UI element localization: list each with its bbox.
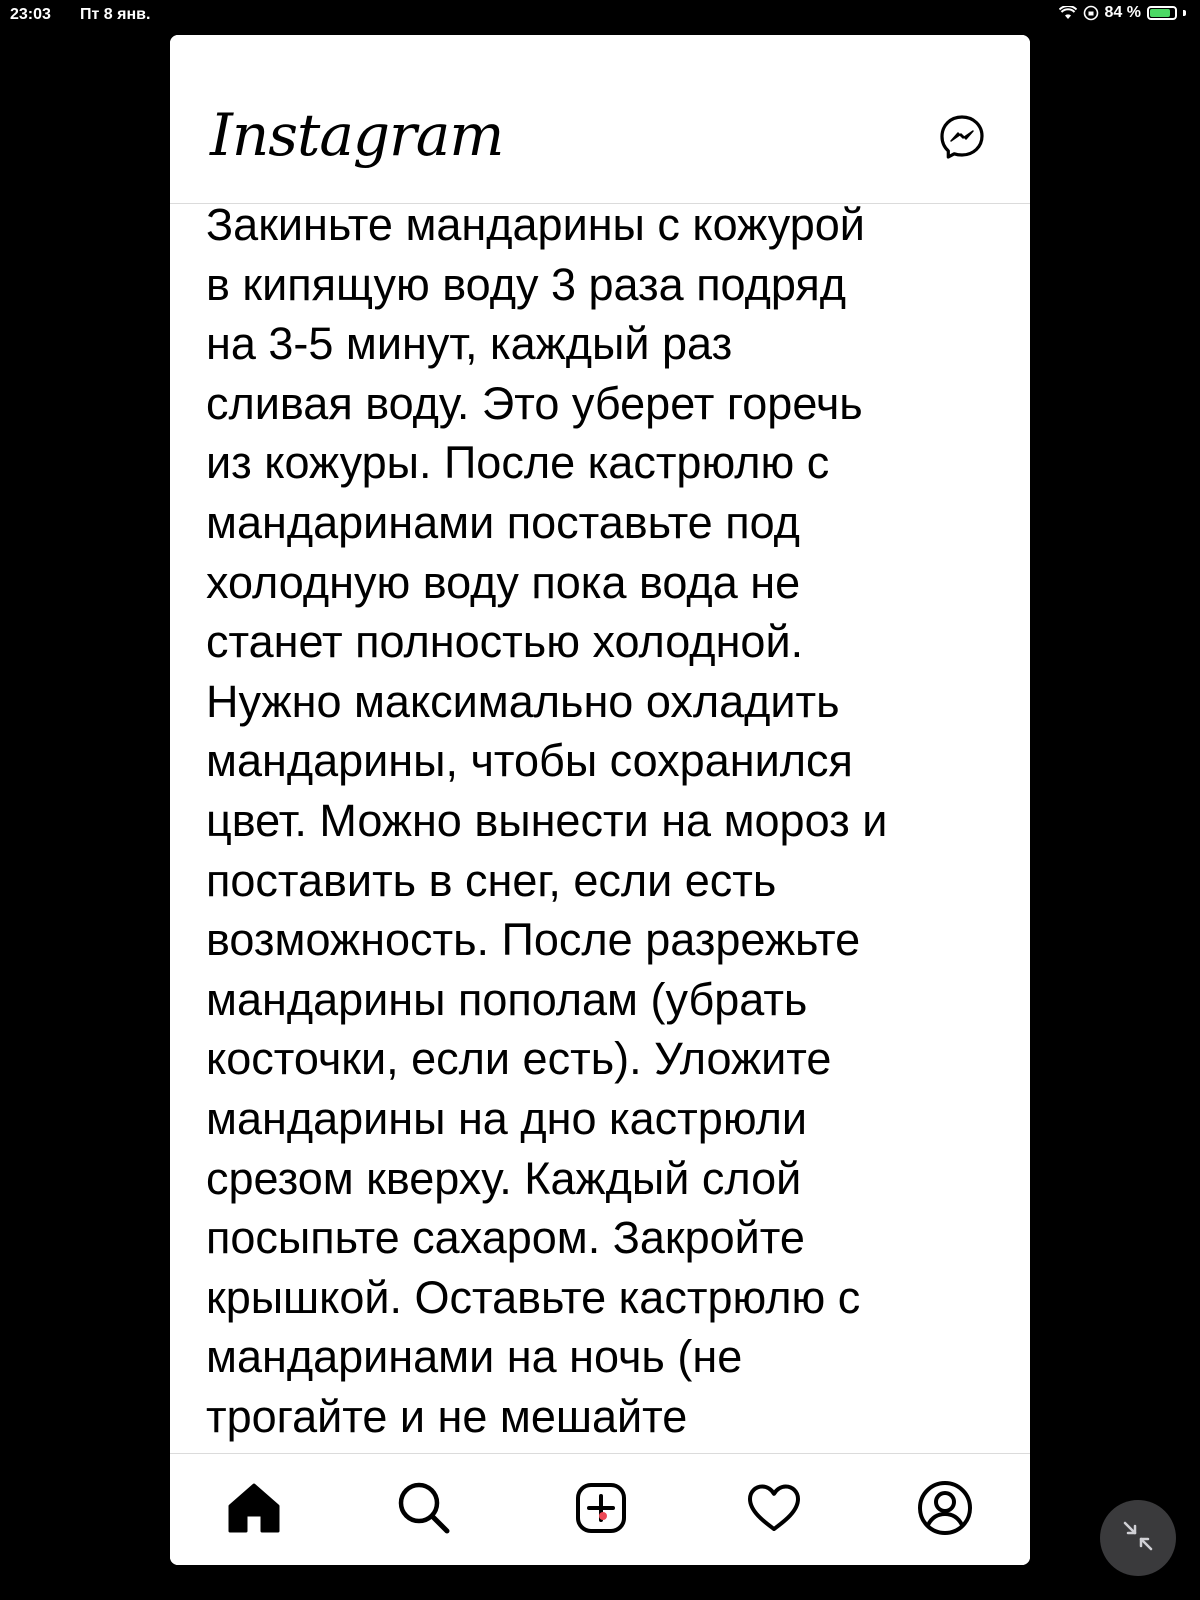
caption-line: из кожуры. После кастрюлю с [206, 437, 830, 489]
status-bar: 23:03 Пт 8 янв. 84 % [0, 0, 1200, 30]
nav-search[interactable] [396, 1482, 452, 1538]
app-header: Instagram [170, 35, 1030, 204]
battery-tip [1183, 10, 1186, 16]
new-post-icon [575, 1482, 627, 1539]
caption-line: возможность. После разрежьте [206, 914, 861, 966]
status-time: 23:03 [10, 6, 51, 23]
caption-line: мандарины на дно кастрюли [206, 1092, 807, 1144]
caption-line: посыпьте сахаром. Закройте [206, 1212, 805, 1264]
collapse-button[interactable] [1100, 1500, 1176, 1576]
instagram-app-window: Instagram Закиньте мандарины с кожурой в … [170, 35, 1030, 1565]
caption-line: станет полностью холодной. [206, 616, 804, 668]
caption-line: крышкой. Оставьте кастрюлю с [206, 1271, 861, 1323]
post-caption: Закиньте мандарины с кожурой в кипящую во… [206, 195, 1006, 1446]
collapse-arrows-icon [1121, 1519, 1155, 1558]
caption-line: поставить в снег, если есть [206, 854, 777, 906]
caption-line: на 3-5 минут, каждый раз [206, 318, 733, 370]
caption-line: сливая воду. Это уберет горечь [206, 377, 863, 429]
nav-activity[interactable] [746, 1482, 802, 1538]
caption-line: трогайте и не мешайте [206, 1390, 688, 1442]
caption-line: холодную воду пока вода не [206, 556, 801, 608]
instagram-logo[interactable]: Instagram [210, 101, 504, 169]
battery-percent: 84 % [1104, 4, 1141, 21]
caption-line: мандаринами поставьте под [206, 496, 800, 548]
nav-profile[interactable] [917, 1480, 973, 1541]
caption-line: Закиньте мандарины с кожурой [206, 199, 865, 250]
nav-home[interactable] [226, 1482, 282, 1538]
caption-line: в кипящую воду 3 раза подряд [206, 258, 846, 310]
orientation-lock-icon [1083, 5, 1099, 21]
battery-level [1150, 9, 1170, 17]
search-icon [397, 1481, 451, 1540]
caption-line: Нужно максимально охладить [206, 675, 840, 727]
wifi-icon [1058, 6, 1077, 20]
activity-notification-dot [599, 1512, 607, 1520]
caption-line: мандарины пополам (убрать [206, 973, 808, 1025]
caption-line: срезом кверху. Каждый слой [206, 1152, 802, 1204]
caption-line: мандаринами на ночь (не [206, 1331, 743, 1383]
messenger-icon[interactable] [938, 113, 986, 161]
bottom-navigation [170, 1453, 1030, 1565]
battery-charging-icon [1147, 6, 1177, 20]
activity-heart-icon [746, 1483, 802, 1538]
caption-line: косточки, если есть). Уложите [206, 1033, 832, 1085]
nav-new-post[interactable] [573, 1482, 629, 1538]
profile-icon [917, 1480, 973, 1541]
caption-line: мандарины, чтобы сохранился [206, 735, 853, 787]
status-date: Пт 8 янв. [80, 6, 151, 23]
home-icon [227, 1482, 281, 1539]
caption-line: цвет. Можно вынести на мороз и [206, 794, 888, 846]
status-indicators: 84 % [1058, 4, 1186, 22]
